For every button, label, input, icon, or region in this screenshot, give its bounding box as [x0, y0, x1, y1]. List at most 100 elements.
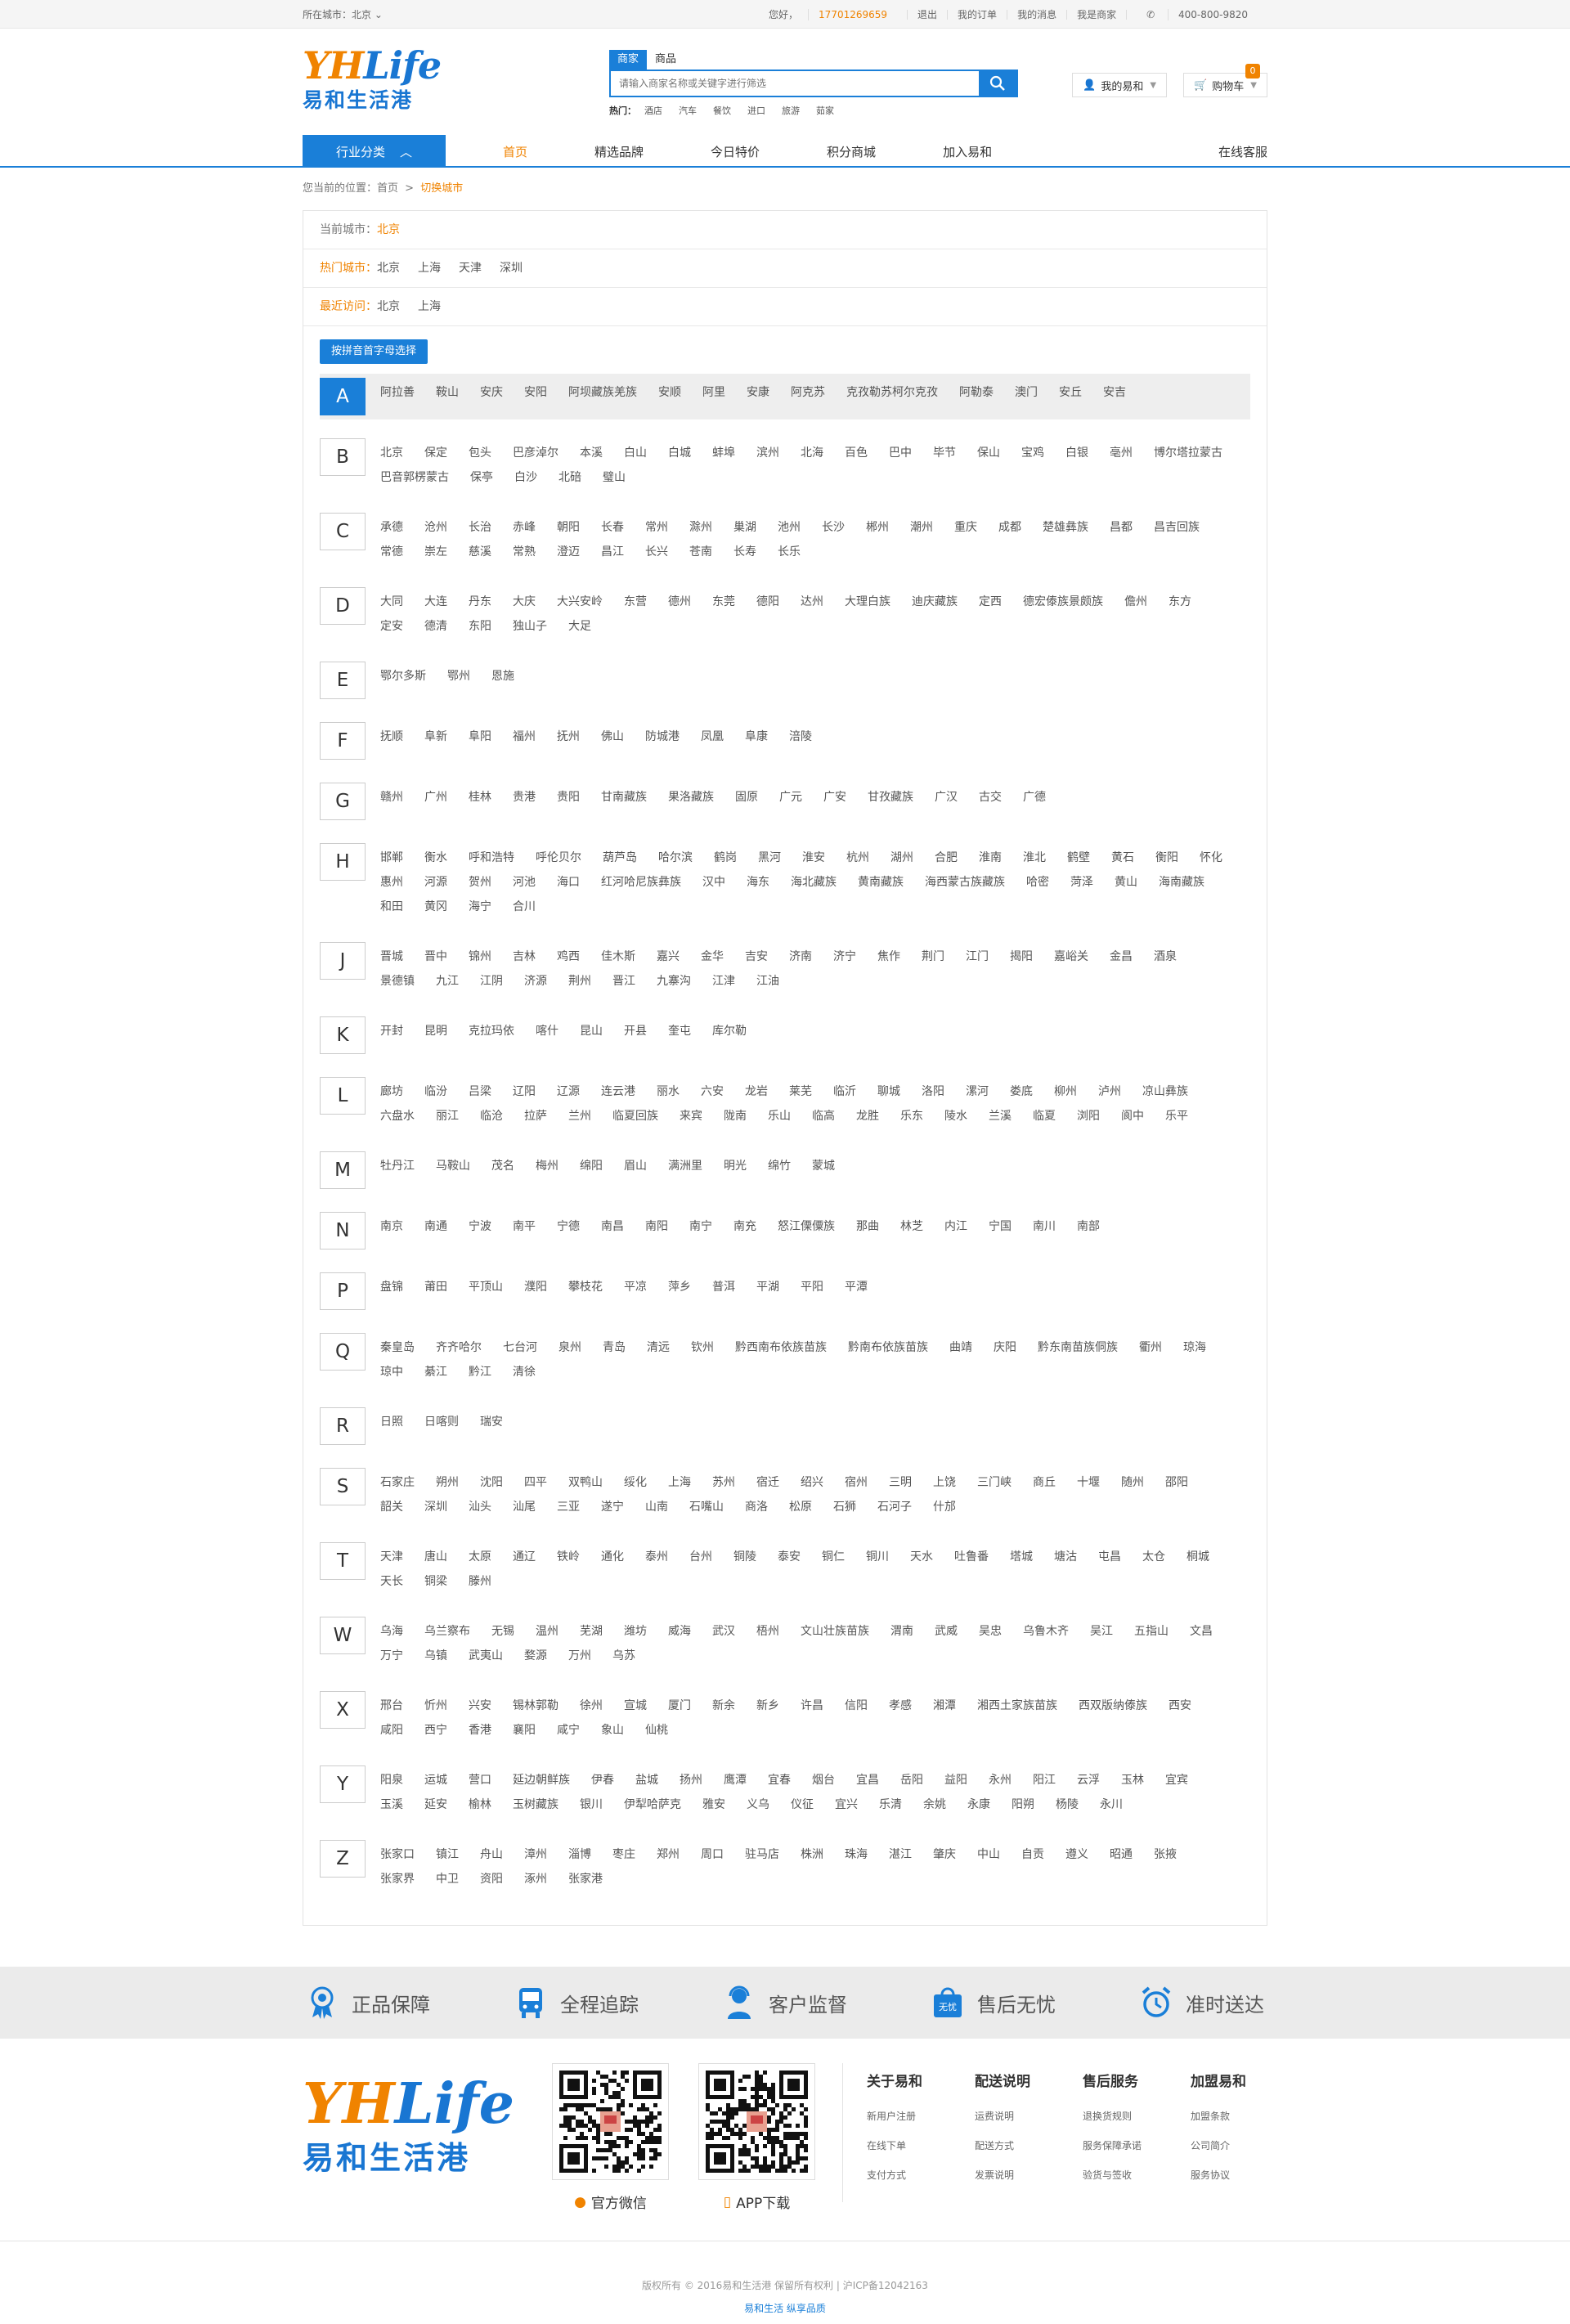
- city-link[interactable]: 资阳: [480, 1867, 503, 1891]
- city-link[interactable]: 贺州: [469, 870, 491, 895]
- city-link[interactable]: 朝阳: [557, 515, 580, 540]
- city-link[interactable]: 锡林郭勒: [513, 1694, 558, 1718]
- city-link[interactable]: 烟台: [812, 1768, 835, 1792]
- city-link[interactable]: 长春: [601, 515, 624, 540]
- city-link[interactable]: 滁州: [689, 515, 712, 540]
- city-link[interactable]: 陇南: [724, 1104, 747, 1128]
- city-link[interactable]: 阳朔: [1012, 1792, 1034, 1817]
- city-link[interactable]: 海西蒙古族藏族: [925, 870, 1005, 895]
- city-link[interactable]: 乐清: [879, 1792, 902, 1817]
- city-link[interactable]: 上海: [668, 1470, 691, 1495]
- city-link[interactable]: 潮州: [910, 515, 933, 540]
- city-link[interactable]: 攀枝花: [568, 1275, 603, 1299]
- city-link[interactable]: 芜湖: [580, 1619, 603, 1644]
- city-link[interactable]: 克拉玛依: [469, 1019, 514, 1043]
- city-link[interactable]: 连云港: [601, 1079, 635, 1104]
- hot-keyword[interactable]: 汽车: [679, 104, 697, 117]
- footer-link[interactable]: 加盟条款: [1191, 2102, 1299, 2131]
- city-link[interactable]: 菏泽: [1070, 870, 1093, 895]
- city-link[interactable]: 石嘴山: [689, 1495, 724, 1519]
- footer-link[interactable]: 配送方式: [975, 2131, 1083, 2160]
- search-input[interactable]: [611, 71, 979, 96]
- city-link[interactable]: 澳门: [1015, 380, 1038, 405]
- city-link[interactable]: 吉林: [513, 944, 536, 969]
- city-link[interactable]: 长乐: [778, 540, 801, 564]
- city-link[interactable]: 徐州: [580, 1694, 603, 1718]
- city-link[interactable]: 岳阳: [900, 1768, 923, 1792]
- city-link[interactable]: 玉林: [1121, 1768, 1144, 1792]
- city-link[interactable]: 古交: [979, 785, 1002, 810]
- city-link[interactable]: 白山: [624, 441, 647, 465]
- city-link[interactable]: 黔南布依族苗族: [848, 1335, 928, 1360]
- city-link[interactable]: 德州: [668, 590, 691, 614]
- city-link[interactable]: 大兴安岭: [557, 590, 603, 614]
- city-link[interactable]: 广汉: [935, 785, 958, 810]
- city-link[interactable]: 九江: [436, 969, 459, 994]
- pinyin-select-button[interactable]: 按拼音首字母选择: [320, 339, 428, 364]
- city-link[interactable]: 宣城: [624, 1694, 647, 1718]
- city-link[interactable]: 合肥: [935, 846, 958, 870]
- city-link[interactable]: 黑河: [758, 846, 781, 870]
- footer-link[interactable]: 支付方式: [867, 2160, 975, 2190]
- recent-city[interactable]: 上海: [418, 288, 441, 325]
- city-link[interactable]: 石河子: [877, 1495, 912, 1519]
- city-link[interactable]: 济宁: [833, 944, 856, 969]
- search-tab-merchant[interactable]: 商家: [609, 50, 648, 70]
- city-link[interactable]: 荆门: [922, 944, 944, 969]
- footer-link[interactable]: 服务协议: [1191, 2160, 1299, 2190]
- city-link[interactable]: 榆林: [469, 1792, 491, 1817]
- city-link[interactable]: 盐城: [635, 1768, 658, 1792]
- city-link[interactable]: 泰安: [778, 1545, 801, 1569]
- city-link[interactable]: 海宁: [469, 895, 491, 919]
- city-link[interactable]: 乌海: [380, 1619, 403, 1644]
- city-link[interactable]: 宜宾: [1165, 1768, 1188, 1792]
- city-link[interactable]: 邢台: [380, 1694, 403, 1718]
- city-link[interactable]: 绵阳: [580, 1154, 603, 1178]
- city-link[interactable]: 银川: [580, 1792, 603, 1817]
- hot-keyword[interactable]: 餐饮: [713, 104, 731, 117]
- city-link[interactable]: 文山壮族苗族: [801, 1619, 869, 1644]
- city-link[interactable]: 库尔勒: [712, 1019, 747, 1043]
- city-link[interactable]: 屯昌: [1098, 1545, 1121, 1569]
- city-link[interactable]: 晋中: [424, 944, 447, 969]
- city-link[interactable]: 巴中: [889, 441, 912, 465]
- city-link[interactable]: 抚顺: [380, 725, 403, 749]
- city-link[interactable]: 海东: [747, 870, 769, 895]
- city-link[interactable]: 兰溪: [989, 1104, 1012, 1128]
- city-link[interactable]: 鄂尔多斯: [380, 664, 426, 689]
- city-link[interactable]: 江油: [756, 969, 779, 994]
- city-link[interactable]: 驻马店: [745, 1842, 779, 1867]
- city-link[interactable]: 巴音郭楞蒙古: [380, 465, 449, 490]
- city-link[interactable]: 长治: [469, 515, 491, 540]
- city-link[interactable]: 武威: [935, 1619, 958, 1644]
- city-link[interactable]: 张家港: [568, 1867, 603, 1891]
- city-link[interactable]: 淮北: [1023, 846, 1046, 870]
- city-link[interactable]: 中卫: [436, 1867, 459, 1891]
- city-link[interactable]: 塘沽: [1054, 1545, 1077, 1569]
- city-link[interactable]: 蚌埠: [712, 441, 735, 465]
- hot-city[interactable]: 天津: [459, 249, 482, 287]
- city-link[interactable]: 梧州: [756, 1619, 779, 1644]
- city-link[interactable]: 阳泉: [380, 1768, 403, 1792]
- city-link[interactable]: 伊春: [591, 1768, 614, 1792]
- city-link[interactable]: 林芝: [900, 1214, 923, 1239]
- city-link[interactable]: 随州: [1121, 1470, 1144, 1495]
- city-link[interactable]: 朔州: [436, 1470, 459, 1495]
- city-link[interactable]: 北京: [380, 441, 403, 465]
- city-link[interactable]: 石狮: [833, 1495, 856, 1519]
- city-link[interactable]: 温州: [536, 1619, 558, 1644]
- city-link[interactable]: 黔江: [469, 1360, 491, 1384]
- city-link[interactable]: 丹东: [469, 590, 491, 614]
- city-link[interactable]: 昆山: [580, 1019, 603, 1043]
- city-link[interactable]: 揭阳: [1010, 944, 1033, 969]
- city-link[interactable]: 乌镇: [424, 1644, 447, 1668]
- city-link[interactable]: 什邡: [933, 1495, 956, 1519]
- city-link[interactable]: 湖州: [890, 846, 913, 870]
- city-link[interactable]: 东阳: [469, 614, 491, 639]
- city-link[interactable]: 深圳: [424, 1495, 447, 1519]
- city-link[interactable]: 宝鸡: [1021, 441, 1044, 465]
- city-link[interactable]: 贵阳: [557, 785, 580, 810]
- city-link[interactable]: 亳州: [1110, 441, 1133, 465]
- city-link[interactable]: 东营: [624, 590, 647, 614]
- city-link[interactable]: 六盘水: [380, 1104, 415, 1128]
